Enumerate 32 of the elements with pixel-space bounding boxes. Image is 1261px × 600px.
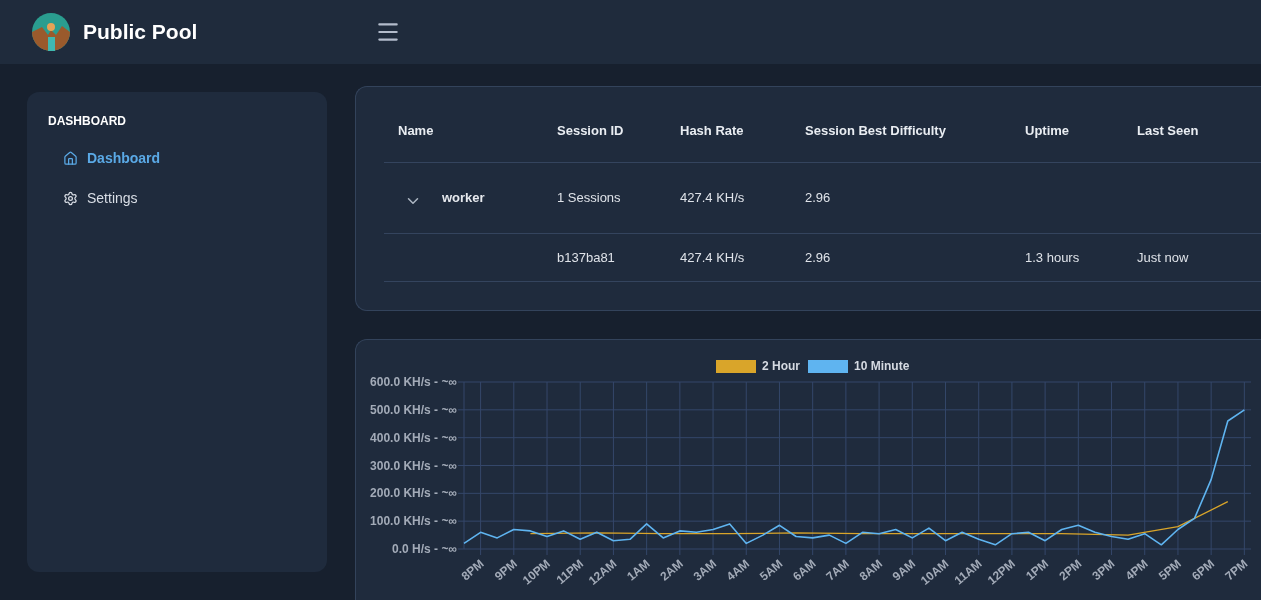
column-header: Uptime (1024, 122, 1070, 140)
table-cell-text: 427.4 KH/s (679, 189, 745, 208)
y-tick-label: 100.0 KH/s - ~∞ (370, 514, 457, 529)
column-header: Hash Rate (679, 122, 744, 140)
table-cell-text: b137ba81 (556, 248, 615, 267)
sidebar-item[interactable]: Dashboard (63, 138, 327, 178)
settings-icon (63, 190, 78, 206)
legend-label: 10 Minute (854, 359, 910, 373)
table-cell-text: 2.96 (804, 189, 831, 208)
legend-label: 2 Hour (762, 359, 800, 373)
sidebar-heading: DASHBOARD (48, 113, 127, 130)
table-cell-text: 2.96 (804, 248, 831, 267)
x-tick-label: 4PM (1122, 556, 1151, 584)
column-header: Name (397, 122, 434, 140)
y-tick-label: 600.0 KH/s - ~∞ (370, 375, 457, 389)
y-tick-label: 500.0 KH/s - ~∞ (370, 402, 457, 417)
table-cell-text: 1 Sessions (556, 189, 621, 208)
table-cell-text: 427.4 KH/s (679, 248, 745, 267)
logo-drawing (32, 13, 70, 51)
table-cell-text: worker (442, 189, 485, 208)
column-header: Session Best Difficulty (804, 122, 946, 140)
y-tick-label: 400.0 KH/s - ~∞ (370, 430, 457, 445)
column-header: Last Seen (1136, 122, 1199, 140)
table-cell-text: 1.3 hours (1024, 248, 1080, 267)
column-header: Session ID (556, 122, 624, 140)
y-tick-label: 300.0 KH/s - ~∞ (370, 458, 457, 473)
y-tick-label: 200.0 KH/s - ~∞ (370, 486, 457, 501)
home-icon (63, 150, 78, 166)
sidebar-item[interactable]: Settings (63, 178, 327, 218)
app-title: Public Pool (83, 19, 199, 46)
table-cell-text: Just now (1136, 248, 1189, 267)
y-tick-label: 0.0 H/s - ~∞ (392, 542, 457, 556)
